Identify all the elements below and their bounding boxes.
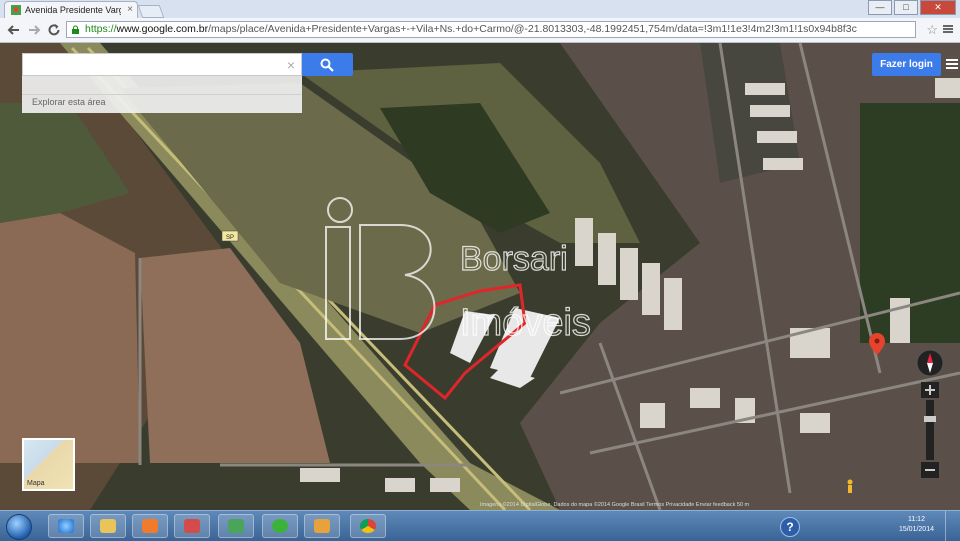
menu-icon[interactable] <box>940 21 956 37</box>
browser-tab[interactable]: Avenida Presidente Varga… × <box>4 1 138 18</box>
clock-date: 15/01/2014 <box>898 526 934 533</box>
forward-arrow-icon[interactable] <box>26 22 42 38</box>
show-desktop-button[interactable] <box>945 511 960 541</box>
search-icon <box>320 58 334 72</box>
taskbar-explorer[interactable] <box>90 514 126 538</box>
login-button[interactable]: Fazer login <box>872 53 941 76</box>
taskbar-ie[interactable] <box>48 514 84 538</box>
app-icon <box>184 519 200 533</box>
close-window-button[interactable]: ✕ <box>920 0 956 15</box>
system-clock[interactable]: 11:12 15/01/2014 <box>899 515 934 535</box>
search-button[interactable] <box>302 53 353 76</box>
taskbar-app-7[interactable] <box>304 514 340 538</box>
explore-area-link[interactable]: Explorar esta área <box>32 97 106 107</box>
clear-search-icon[interactable]: × <box>287 57 295 73</box>
folder-icon <box>100 519 116 533</box>
tab-title: Avenida Presidente Varga… <box>25 5 121 15</box>
taskbar-camera[interactable] <box>218 514 254 538</box>
media-player-icon <box>142 519 158 533</box>
taskbar-app-4[interactable] <box>174 514 210 538</box>
divider <box>22 94 302 95</box>
map-type-toggle[interactable]: Mapa <box>22 438 75 491</box>
url-path: /maps/place/Avenida+Presidente+Vargas+-+… <box>208 23 857 35</box>
borsari-watermark: Borsari Imóveis <box>325 197 592 345</box>
maximize-button[interactable]: □ <box>894 0 918 15</box>
apps-menu-icon[interactable] <box>945 57 959 71</box>
chrome-icon <box>360 519 376 533</box>
taskbar-chrome[interactable] <box>350 514 386 538</box>
minimize-button[interactable]: — <box>868 0 892 15</box>
map-copyright: Imagens ©2014 DigitalGlobe, Dados do map… <box>480 502 750 508</box>
green-app-icon <box>272 519 288 533</box>
address-bar[interactable]: https://www.google.com.br/maps/place/Ave… <box>66 21 916 38</box>
bookmark-star-icon[interactable]: ☆ <box>926 22 938 38</box>
url-host: www.google.com.br <box>116 23 209 35</box>
url-scheme: https:// <box>85 23 117 35</box>
browser-tab-strip: Avenida Presidente Varga… × — □ ✕ <box>0 0 960 18</box>
lock-icon <box>72 25 79 34</box>
taskbar-media-player[interactable] <box>132 514 168 538</box>
tab-close-icon[interactable]: × <box>127 4 133 15</box>
window-controls: — □ ✕ <box>868 0 956 15</box>
search-input[interactable]: × <box>22 53 302 76</box>
url-text: https://www.google.com.br/maps/place/Ave… <box>85 22 857 37</box>
new-tab-button[interactable] <box>137 5 165 18</box>
google-maps-favicon-icon <box>11 5 21 15</box>
back-arrow-icon[interactable] <box>6 22 22 38</box>
road-shield-label: SP <box>226 235 234 241</box>
paint-icon <box>314 519 330 533</box>
watermark-brand-text: Borsari <box>460 240 568 278</box>
explore-panel: Explorar esta área <box>22 76 302 113</box>
reload-icon[interactable] <box>46 22 62 38</box>
help-icon[interactable]: ? <box>780 517 800 537</box>
clock-time: 11:12 <box>907 516 925 523</box>
watermark-sub-text: Imóveis <box>460 302 591 344</box>
taskbar-app-6[interactable] <box>262 514 298 538</box>
browser-toolbar: https://www.google.com.br/maps/place/Ave… <box>0 18 960 43</box>
zoom-slider-handle[interactable] <box>924 416 936 422</box>
camera-icon <box>228 519 244 533</box>
map-type-label: Mapa <box>27 480 45 487</box>
pegman-icon[interactable] <box>845 479 855 493</box>
windows-taskbar: ? 11:12 15/01/2014 <box>0 510 960 541</box>
internet-explorer-icon <box>58 519 74 533</box>
map-controls <box>916 349 944 478</box>
start-button[interactable] <box>6 514 32 540</box>
